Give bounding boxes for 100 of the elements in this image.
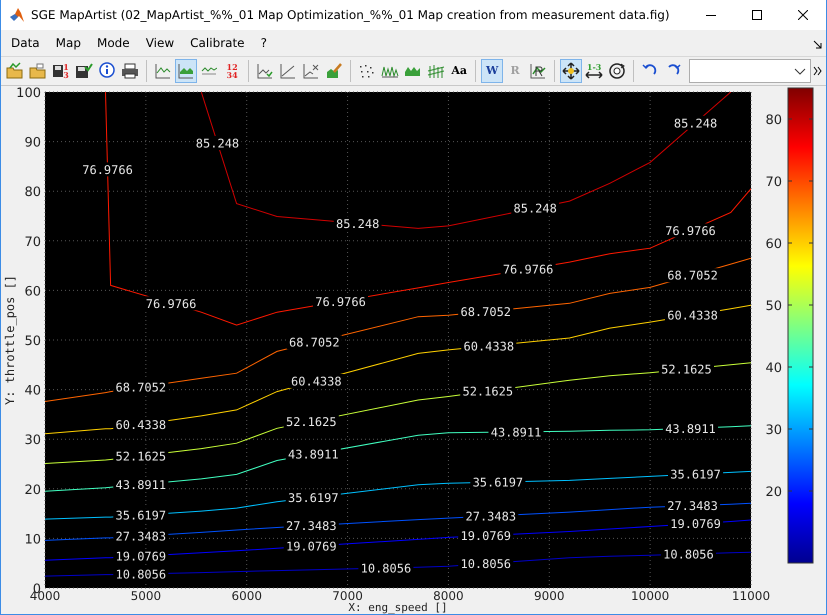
dock-arrow-icon[interactable]	[813, 40, 822, 49]
contour-label: 43.8911	[662, 421, 718, 436]
folder-icon	[29, 62, 48, 80]
x-tick-label: 10000	[631, 589, 670, 603]
contour-label: 19.0769	[113, 549, 168, 564]
contour-label: 35.6197	[668, 467, 724, 482]
x-tick-label: 7000	[332, 589, 363, 603]
contour-label: 76.9766	[144, 296, 199, 311]
contour-label: 52.1625	[460, 384, 516, 399]
contour-label: 85.248	[672, 116, 720, 130]
x-tick-label: 8000	[433, 589, 464, 603]
menu-item[interactable]: View	[138, 34, 182, 52]
chart-check-icon	[256, 62, 274, 80]
menu-item[interactable]: ?	[252, 34, 275, 52]
x-tick-label: 11000	[732, 589, 770, 603]
contour-label: 43.8911	[286, 447, 341, 462]
contour-label: 60.4338	[113, 417, 168, 432]
y-tick-label: 50	[24, 334, 41, 349]
hatch-chart-icon	[427, 62, 446, 80]
contour-label: 52.1625	[284, 414, 339, 429]
x-tick-label: 5000	[130, 589, 162, 603]
toolbar-button[interactable]	[560, 59, 582, 83]
contour-label: 76.9766	[312, 294, 368, 309]
menu-item[interactable]: Data	[3, 34, 48, 52]
colorbar-tick-label: 70	[765, 175, 782, 190]
y-tick-label: 20	[24, 482, 41, 498]
menu-item[interactable]: Map	[48, 34, 89, 52]
contour-label: 10.8056	[458, 556, 514, 572]
y-tick-label: 30	[24, 433, 41, 448]
contour-label: 10.8056	[660, 547, 716, 562]
chevron-down-icon	[794, 68, 806, 74]
contour-label: 52.1625	[113, 448, 168, 464]
x-tick-label: 6000	[231, 589, 262, 603]
contour-label: 19.0769	[668, 516, 724, 532]
colorbar-tick-label: 80	[765, 113, 782, 128]
contour-label: 27.3483	[113, 529, 168, 544]
minimize-icon	[706, 14, 716, 16]
x-axis-label: X: eng_speed []	[348, 601, 448, 614]
y-tick-label: 60	[24, 284, 41, 300]
save-icon	[53, 65, 64, 77]
toolbar-button[interactable]: Aa	[448, 59, 470, 83]
arrows-icon	[585, 71, 604, 79]
x-tick-label: 9000	[534, 589, 565, 603]
toolbar-button[interactable]	[175, 59, 198, 83]
chart-r-icon	[529, 62, 548, 80]
chart-line-icon	[279, 62, 298, 80]
contour-label: 60.4338	[664, 308, 720, 323]
contour-label: 10.8056	[113, 566, 168, 582]
window-title: SGE MapArtist (02_MapArtist_%%_01 Map Optimization_%%_01 Map creation from measurement data.fig)	[31, 8, 671, 22]
contour-label: 35.6197	[286, 490, 341, 505]
toolbar-button[interactable]: 1 3	[50, 59, 72, 83]
contour-label: 35.6197	[113, 508, 168, 523]
contour-label: 19.0769	[284, 539, 339, 554]
contour-label: 60.4338	[288, 374, 344, 388]
contour-label: 68.7052	[664, 268, 720, 283]
area-chart-icon	[405, 66, 422, 76]
colorbar-tick-label: 50	[765, 299, 782, 314]
toolbar-button[interactable]: 12 34	[221, 59, 244, 83]
y-tick-label: 100	[16, 86, 41, 101]
info-icon	[98, 62, 116, 80]
rotate-icon	[608, 62, 626, 80]
contour-label: 43.8911	[113, 478, 168, 492]
move-icon	[562, 62, 580, 80]
contour-label: 10.8056	[358, 560, 414, 576]
menu-item[interactable]: Mode	[88, 34, 138, 52]
toolbar-button[interactable]: W	[481, 59, 504, 83]
contour-label: 27.3483	[463, 508, 518, 524]
contour-label: 85.248	[194, 136, 242, 151]
colorbar-tick-label: 30	[765, 423, 782, 438]
folder-icon	[6, 62, 24, 80]
contour-label: 52.1625	[658, 362, 714, 377]
y-tick-label: 90	[24, 136, 41, 151]
colorbar-tick-label: 60	[765, 237, 782, 252]
chart-delete-icon	[302, 62, 320, 80]
y-tick-label: 40	[24, 384, 41, 399]
menu-item[interactable]: Calibrate	[182, 34, 253, 52]
y-axis-label: Y: throttle_pos []	[3, 274, 17, 406]
contour-label: 19.0769	[458, 528, 514, 544]
contour-label: 60.4338	[461, 338, 516, 354]
maximize-icon	[752, 10, 762, 20]
dropdown-field[interactable]	[689, 59, 812, 83]
contour-label: 43.8911	[488, 424, 544, 440]
chart-pencil-icon	[325, 62, 344, 80]
y-tick-label: 70	[24, 234, 41, 250]
colorbar-tick-label: 20	[765, 485, 782, 500]
contour-label: 27.3483	[284, 518, 339, 534]
save-icon	[75, 62, 94, 80]
contour-label: 27.3483	[664, 498, 720, 514]
contour-label: 85.248	[334, 216, 382, 231]
printer-icon	[121, 62, 140, 80]
chevron-icon[interactable]	[813, 66, 823, 76]
y-tick-label: 80	[24, 185, 41, 200]
contour-label: 68.7052	[113, 380, 168, 395]
contour-label: 76.9766	[500, 262, 556, 277]
y-tick-label: 10	[24, 532, 41, 548]
contour-label: 85.248	[511, 201, 560, 216]
app-logo-icon	[9, 7, 25, 23]
wave-chart-icon	[201, 67, 218, 75]
contour-label: 68.7052	[286, 335, 342, 350]
scatter-icon	[360, 64, 374, 78]
